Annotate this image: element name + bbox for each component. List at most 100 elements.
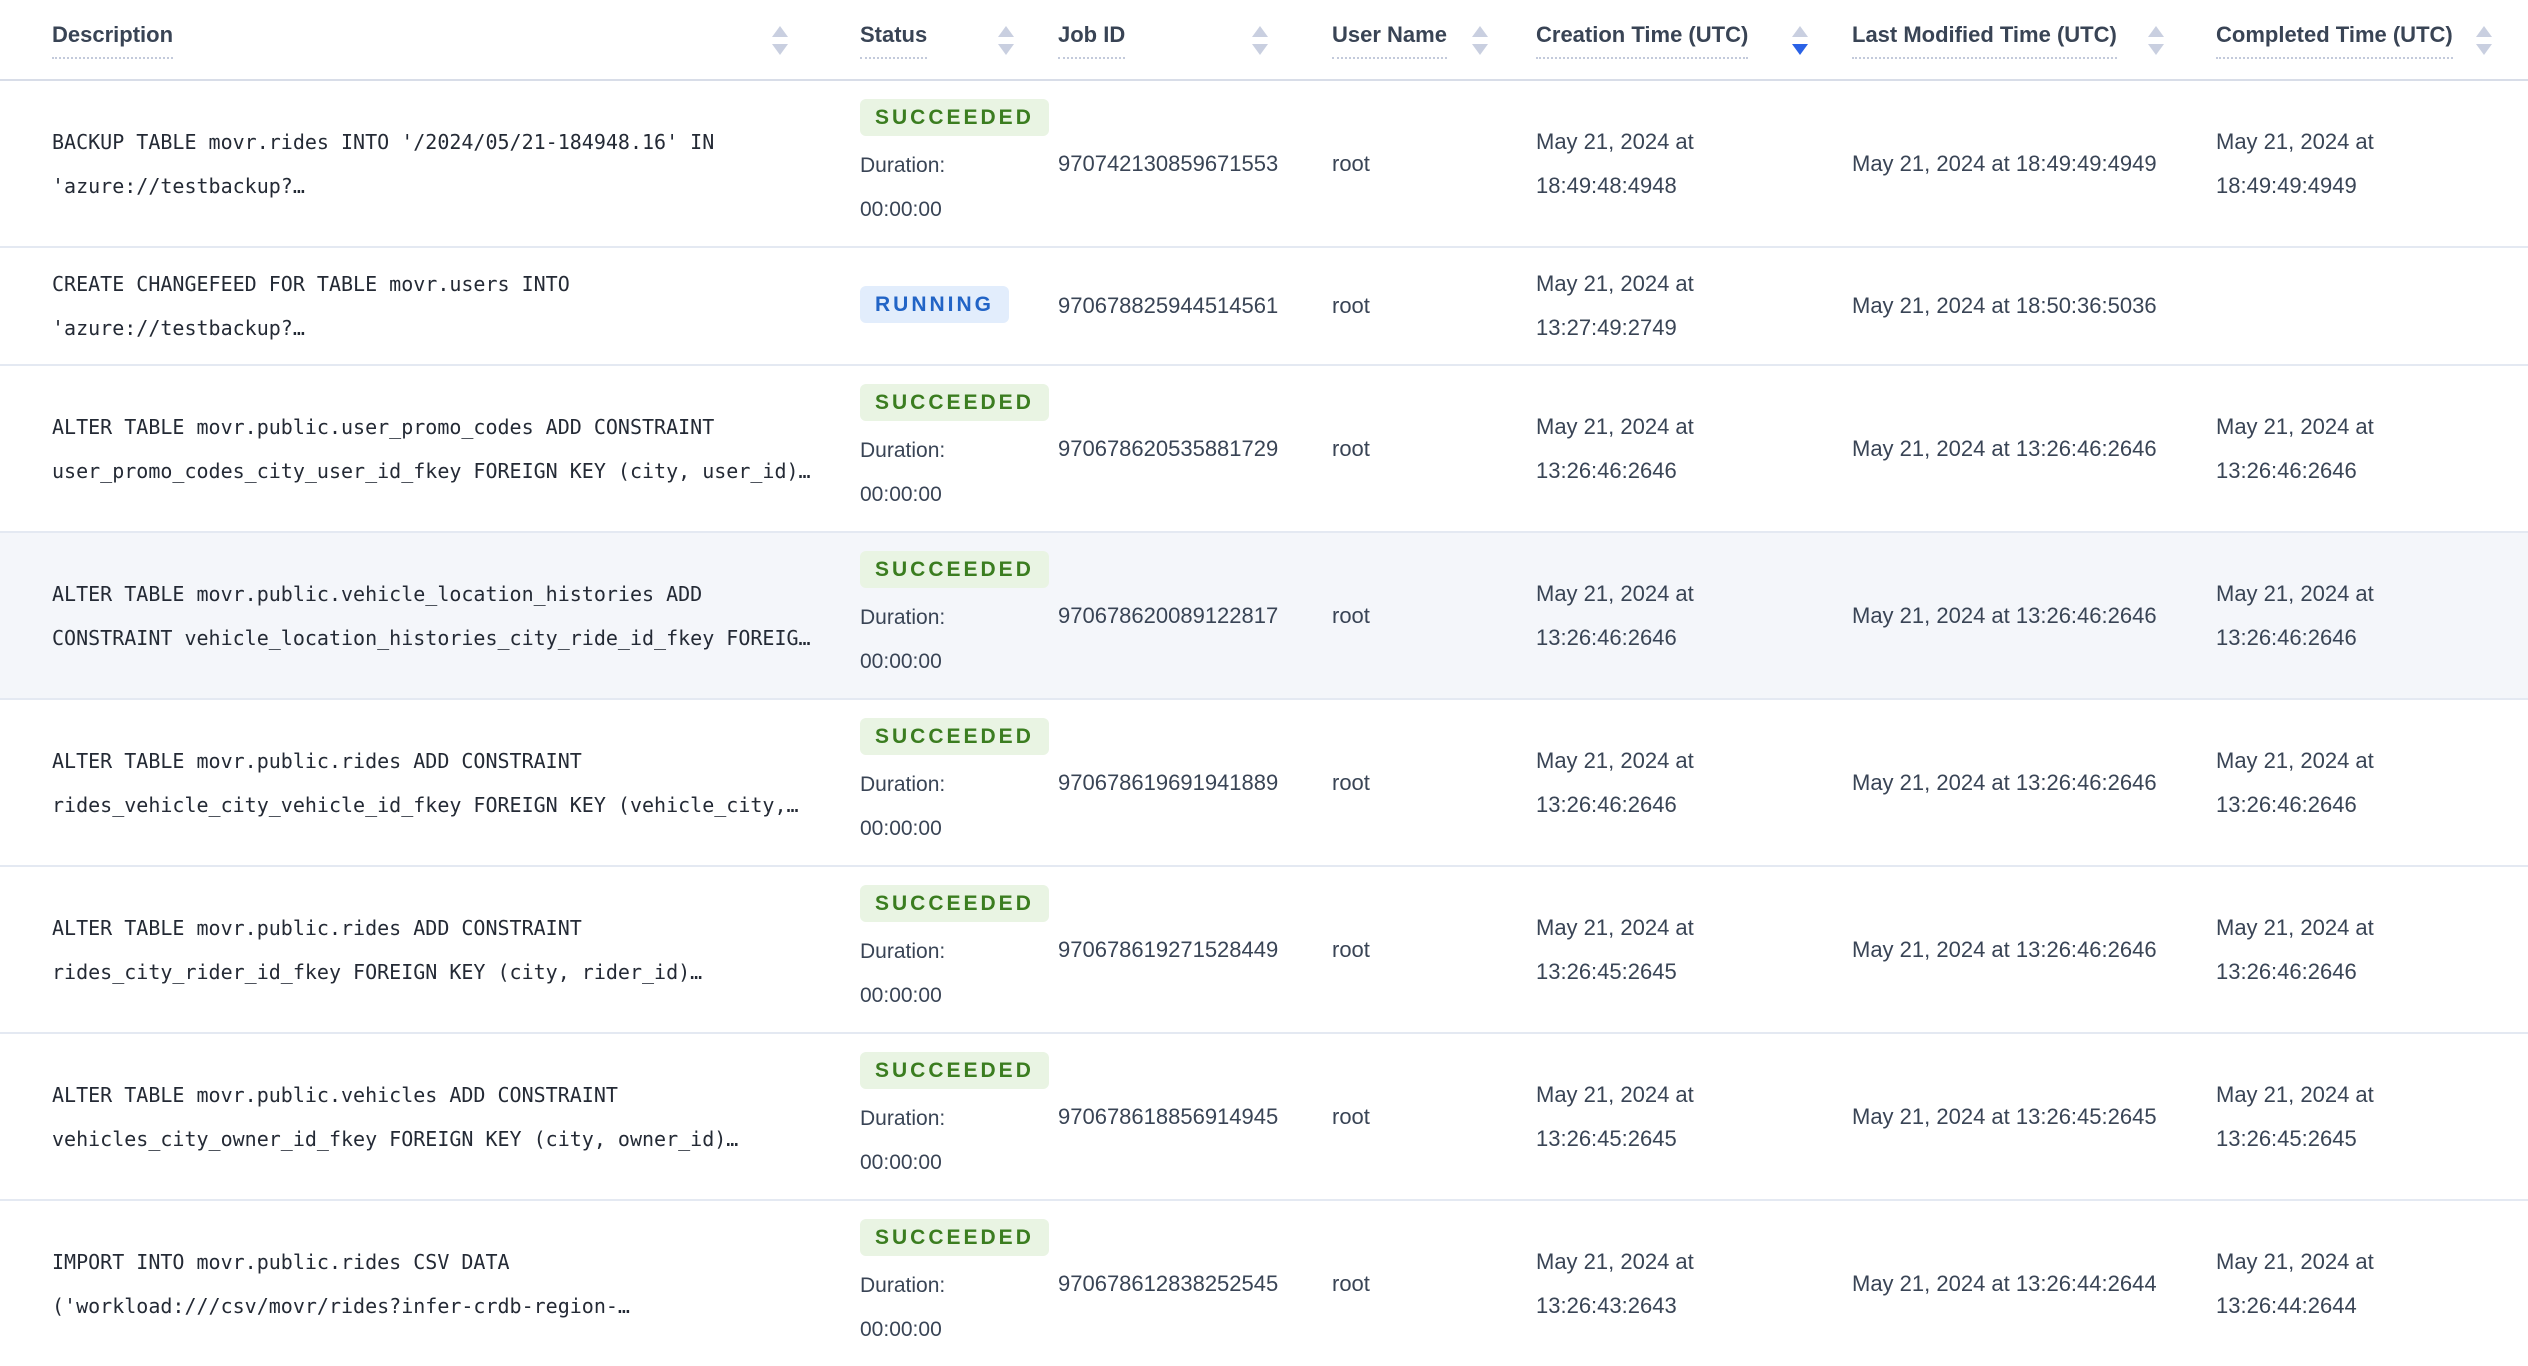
job-description-cell: ALTER TABLE movr.public.rides ADD CONSTR… xyxy=(0,698,824,866)
table-row: ALTER TABLE movr.public.vehicles ADD CON… xyxy=(0,1032,2528,1200)
last-modified-time: May 21, 2024 at 13:26:46:2646 xyxy=(1844,698,2200,866)
job-status-cell: SUCCEEDED Duration: 00:00:00 xyxy=(824,698,1050,866)
completed-time: May 21, 2024 at 13:26:44:2644 xyxy=(2200,1199,2528,1366)
sort-icon[interactable] xyxy=(2148,26,2164,55)
sort-icon[interactable] xyxy=(1472,26,1488,55)
last-modified-time: May 21, 2024 at 18:49:49:4949 xyxy=(1852,150,2157,176)
status-badge: SUCCEEDED xyxy=(860,99,1049,136)
job-duration: Duration: 00:00:00 xyxy=(860,930,1026,1018)
sort-arrow-down-icon[interactable] xyxy=(1472,44,1488,55)
job-description-link[interactable]: ALTER TABLE movr.public.rides ADD CONSTR… xyxy=(52,916,702,984)
sort-arrow-up-icon[interactable] xyxy=(772,26,788,37)
sort-arrow-down-icon[interactable] xyxy=(2148,44,2164,55)
completed-time xyxy=(2200,246,2528,365)
user-name: root xyxy=(1304,698,1524,866)
sort-arrow-up-icon[interactable] xyxy=(1792,26,1808,37)
column-header-label[interactable]: User Name xyxy=(1332,22,1447,59)
sort-arrow-up-icon[interactable] xyxy=(2148,26,2164,37)
completed-time: May 21, 2024 at 13:26:46:2646 xyxy=(2200,698,2528,866)
creation-time: May 21, 2024 at 18:49:48:4948 xyxy=(1536,128,1694,198)
duration-label: Duration: xyxy=(860,606,946,629)
job-description-link[interactable]: ALTER TABLE movr.public.vehicle_location… xyxy=(52,582,811,650)
sort-icon[interactable] xyxy=(772,26,788,55)
completed-time: May 21, 2024 at 13:26:46:2646 xyxy=(2200,531,2528,699)
job-duration: Duration: 00:00:00 xyxy=(860,429,1026,517)
sort-arrow-up-icon[interactable] xyxy=(998,26,1014,37)
user-name: root xyxy=(1304,364,1524,532)
job-description-link[interactable]: IMPORT INTO movr.public.rides CSV DATA (… xyxy=(52,1250,630,1318)
column-header-label[interactable]: Status xyxy=(860,22,928,59)
job-description-link[interactable]: ALTER TABLE movr.public.vehicles ADD CON… xyxy=(52,1083,738,1151)
duration-value: 00:00:00 xyxy=(860,984,942,1007)
job-id: 970742130859671553 xyxy=(1058,150,1279,176)
status-badge: SUCCEEDED xyxy=(860,718,1049,755)
sort-icon[interactable] xyxy=(998,26,1014,55)
job-id: 970678825944514561 xyxy=(1050,246,1304,365)
column-header-label[interactable]: Job ID xyxy=(1058,22,1126,59)
sort-arrow-down-icon[interactable] xyxy=(2476,44,2492,55)
completed-time: May 21, 2024 at 13:26:45:2645 xyxy=(2200,1032,2528,1200)
duration-label: Duration: xyxy=(860,1274,946,1297)
job-duration: Duration: 00:00:00 xyxy=(860,1097,1026,1185)
sort-icon[interactable] xyxy=(1792,26,1808,55)
status-badge: SUCCEEDED xyxy=(860,1219,1049,1256)
creation-time: May 21, 2024 at 13:26:46:2646 xyxy=(1524,364,1844,532)
column-header-status[interactable]: Status xyxy=(824,0,1050,81)
column-header-creation-time-utc[interactable]: Creation Time (UTC) xyxy=(1524,0,1844,81)
last-modified-time: May 21, 2024 at 13:26:44:2644 xyxy=(1844,1199,2200,1366)
creation-time: May 21, 2024 at 13:27:49:2749 xyxy=(1524,246,1844,365)
user-name: root xyxy=(1304,1032,1524,1200)
creation-time: May 21, 2024 at 13:26:46:2646 xyxy=(1524,698,1844,866)
sort-arrow-down-icon[interactable] xyxy=(1792,44,1808,55)
column-header-completed-time-utc[interactable]: Completed Time (UTC) xyxy=(2200,0,2528,81)
column-header-label[interactable]: Description xyxy=(52,22,174,59)
sort-icon[interactable] xyxy=(2476,26,2492,55)
completed-time: May 21, 2024 at 13:26:46:2646 xyxy=(2200,364,2528,532)
sort-arrow-down-icon[interactable] xyxy=(772,44,788,55)
table-row: IMPORT INTO movr.public.rides CSV DATA (… xyxy=(0,1199,2528,1366)
last-modified-time: May 21, 2024 at 13:26:46:2646 xyxy=(1844,364,2200,532)
table-row: ALTER TABLE movr.public.vehicle_location… xyxy=(0,531,2528,699)
last-modified-time: May 21, 2024 at 13:26:46:2646 xyxy=(1844,865,2200,1033)
duration-value: 00:00:00 xyxy=(860,198,942,221)
sort-arrow-up-icon[interactable] xyxy=(1472,26,1488,37)
completed-time: May 21, 2024 at 13:26:46:2646 xyxy=(2200,865,2528,1033)
duration-value: 00:00:00 xyxy=(860,1151,942,1174)
column-header-description[interactable]: Description xyxy=(0,0,824,81)
job-status-cell: SUCCEEDED Duration: 00:00:00 xyxy=(824,1032,1050,1200)
creation-time: May 21, 2024 at 13:26:46:2646 xyxy=(1524,531,1844,699)
column-header-user-name[interactable]: User Name xyxy=(1304,0,1524,81)
job-description-link[interactable]: BACKUP TABLE movr.rides INTO '/2024/05/2… xyxy=(52,130,714,198)
duration-value: 00:00:00 xyxy=(860,650,942,673)
sort-icon[interactable] xyxy=(1252,26,1268,55)
sort-arrow-down-icon[interactable] xyxy=(998,44,1014,55)
user-name: root xyxy=(1304,1199,1524,1366)
table-row: ALTER TABLE movr.public.rides ADD CONSTR… xyxy=(0,865,2528,1033)
job-description-cell: BACKUP TABLE movr.rides INTO '/2024/05/2… xyxy=(0,80,824,247)
job-status-cell: SUCCEEDED Duration: 00:00:00 xyxy=(824,80,1050,247)
column-header-label[interactable]: Creation Time (UTC) xyxy=(1536,22,1749,59)
sort-arrow-up-icon[interactable] xyxy=(1252,26,1268,37)
column-header-label[interactable]: Last Modified Time (UTC) xyxy=(1852,22,2117,59)
job-id: 970678620535881729 xyxy=(1050,364,1304,532)
job-description-link[interactable]: ALTER TABLE movr.public.rides ADD CONSTR… xyxy=(52,749,799,817)
status-badge: RUNNING xyxy=(860,285,1009,323)
column-header-last-modified-time-utc[interactable]: Last Modified Time (UTC) xyxy=(1844,0,2200,81)
last-modified-time: May 21, 2024 at 18:50:36:5036 xyxy=(1844,246,2200,365)
job-description-cell: IMPORT INTO movr.public.rides CSV DATA (… xyxy=(0,1199,824,1366)
sort-arrow-up-icon[interactable] xyxy=(2476,26,2492,37)
creation-time: May 21, 2024 at 13:26:45:2645 xyxy=(1524,865,1844,1033)
job-duration: Duration: 00:00:00 xyxy=(860,144,1026,232)
user-name: root xyxy=(1332,150,1370,176)
status-badge: SUCCEEDED xyxy=(860,1052,1049,1089)
column-header-label[interactable]: Completed Time (UTC) xyxy=(2216,22,2453,59)
duration-value: 00:00:00 xyxy=(860,817,942,840)
column-header-job-id[interactable]: Job ID xyxy=(1050,0,1304,81)
job-description-link[interactable]: ALTER TABLE movr.public.user_promo_codes… xyxy=(52,415,811,483)
job-id: 970678619271528449 xyxy=(1050,865,1304,1033)
job-status-cell: SUCCEEDED Duration: 00:00:00 xyxy=(824,865,1050,1033)
job-duration: Duration: 00:00:00 xyxy=(860,763,1026,851)
user-name: root xyxy=(1304,246,1524,365)
sort-arrow-down-icon[interactable] xyxy=(1252,44,1268,55)
job-description-link[interactable]: CREATE CHANGEFEED FOR TABLE movr.users I… xyxy=(52,272,570,340)
